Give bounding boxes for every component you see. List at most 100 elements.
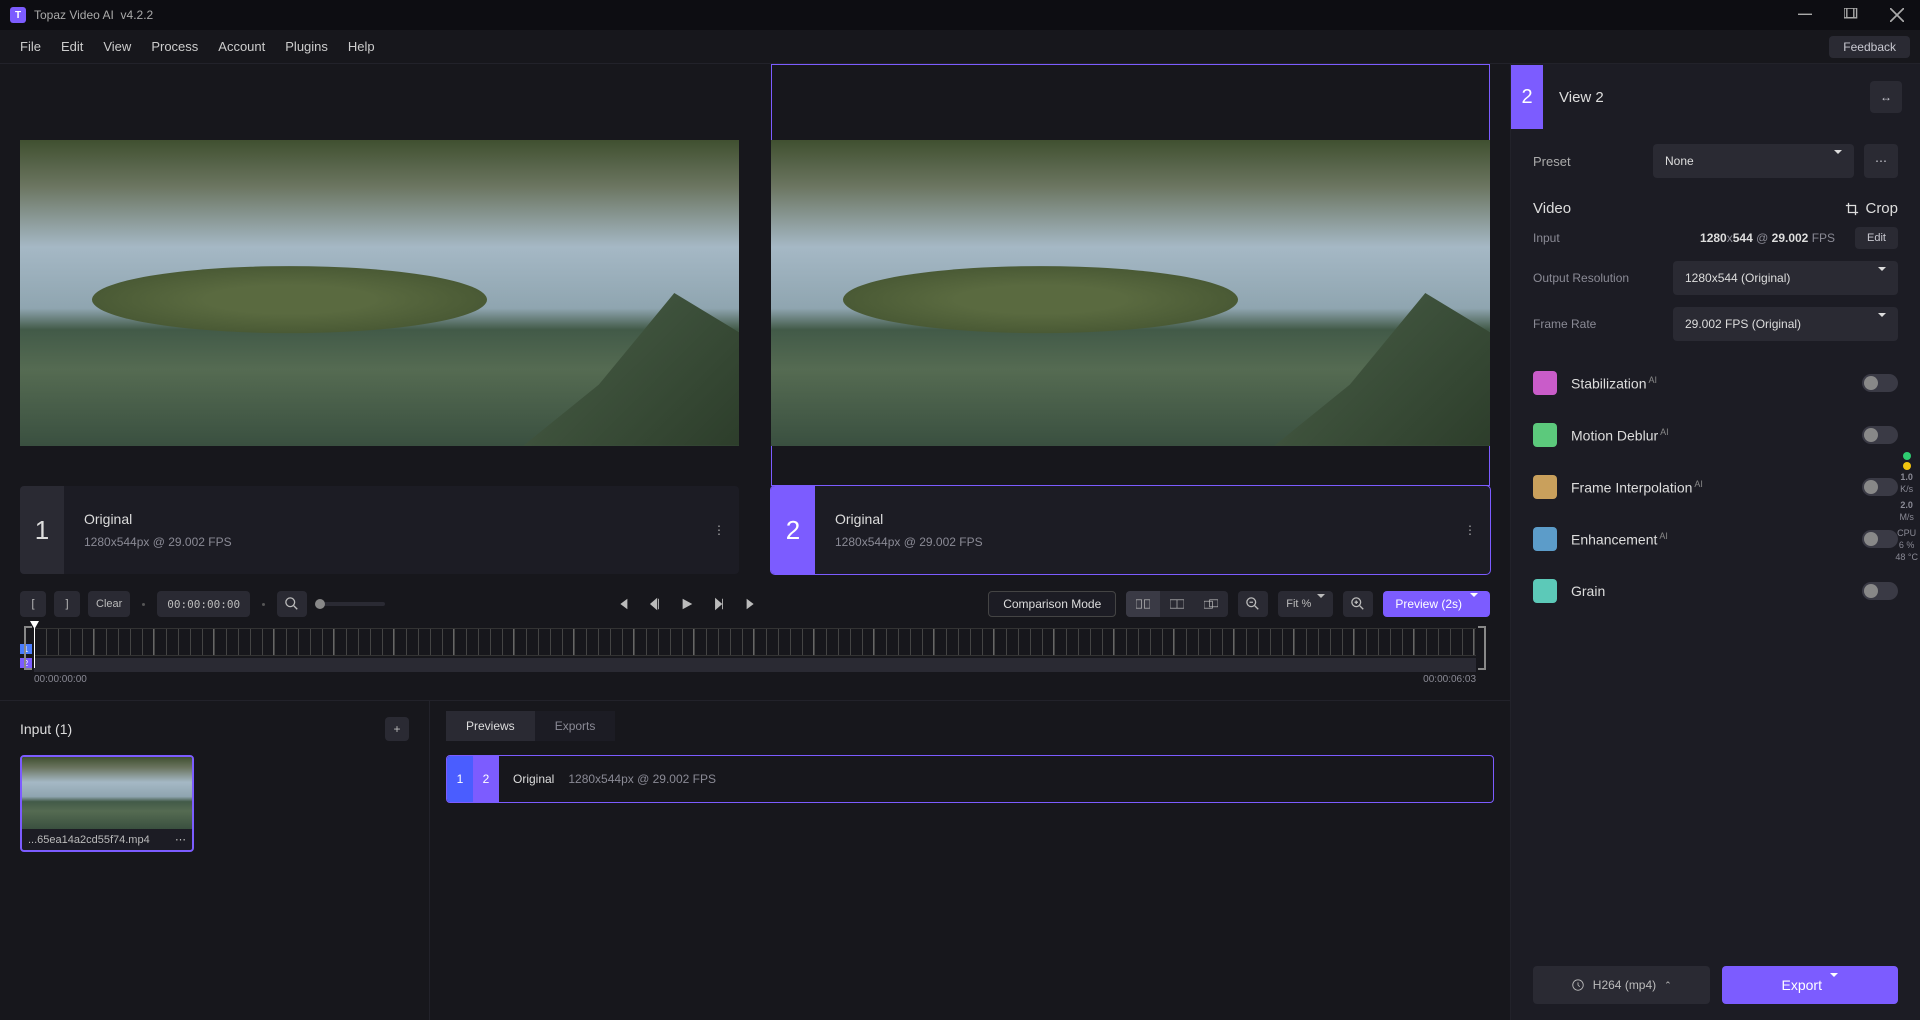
menu-file[interactable]: File (10, 33, 51, 60)
enhancement-icon (1533, 423, 1557, 447)
minimize-button[interactable] (1782, 0, 1828, 30)
menu-plugins[interactable]: Plugins (275, 33, 338, 60)
enhancement-motion-deblur[interactable]: Motion DeblurAI (1511, 409, 1920, 461)
input-thumbnail[interactable]: ...65ea14a2cd55f74.mp4 ⋯ (20, 755, 194, 852)
enhancement-name: StabilizationAI (1571, 375, 1657, 392)
thumbnail-filename: ...65ea14a2cd55f74.mp4 (28, 834, 150, 846)
job-row[interactable]: 1 2 Original1280x544px @ 29.002 FPS (446, 755, 1494, 803)
layout-overlay-icon[interactable] (1194, 591, 1228, 617)
out-bracket[interactable] (1478, 626, 1486, 670)
thumbnail-image (22, 757, 192, 829)
swap-button[interactable]: ↔ (1870, 81, 1902, 113)
perf-dot-yellow-icon (1903, 462, 1911, 470)
playhead[interactable] (34, 626, 35, 668)
edit-input-button[interactable]: Edit (1855, 227, 1898, 249)
zoom-out-icon[interactable] (1238, 591, 1268, 617)
goto-end-button[interactable] (744, 597, 758, 611)
mark-out-button[interactable]: ] (54, 591, 80, 617)
close-button[interactable] (1874, 0, 1920, 30)
layout-side-by-side-icon[interactable] (1126, 591, 1160, 617)
zoom-in-icon[interactable] (1343, 591, 1373, 617)
crop-button[interactable]: Crop (1845, 200, 1898, 217)
separator (262, 603, 265, 606)
layout-split-icon[interactable] (1160, 591, 1194, 617)
framerate-dropdown[interactable]: 29.002 FPS (Original) (1673, 307, 1898, 341)
timecode-input[interactable]: 00:00:00:00 (157, 591, 250, 617)
comparison-mode-button[interactable]: Comparison Mode (988, 591, 1116, 617)
enhancement-toggle[interactable] (1862, 426, 1898, 444)
preset-menu-icon[interactable]: ⋯ (1864, 144, 1898, 178)
app-logo-icon: T (10, 7, 26, 23)
input-label: Input (1533, 231, 1663, 245)
input-panel: Input (1) + ...65ea14a2cd55f74.mp4 ⋯ (0, 701, 430, 1020)
thumbnail-menu-icon[interactable]: ⋯ (175, 833, 186, 846)
menu-account[interactable]: Account (208, 33, 275, 60)
tab-exports[interactable]: Exports (535, 711, 616, 741)
input-title: Input (1) (20, 721, 72, 737)
in-bracket[interactable] (24, 626, 32, 670)
menu-process[interactable]: Process (141, 33, 208, 60)
enhancement-toggle[interactable] (1862, 530, 1898, 548)
add-input-button[interactable]: + (385, 717, 409, 741)
goto-start-button[interactable] (616, 597, 630, 611)
menu-view[interactable]: View (93, 33, 141, 60)
preview-number: 1 (20, 486, 64, 574)
enhancement-icon (1533, 527, 1557, 551)
preview-number: 2 (771, 486, 815, 574)
play-button[interactable] (680, 597, 694, 611)
menu-help[interactable]: Help (338, 33, 385, 60)
preview-info-1[interactable]: 1 Original1280x544px @ 29.002 FPS ⋮ (20, 486, 739, 574)
job-meta: 1280x544px @ 29.002 FPS (568, 772, 716, 786)
tab-previews[interactable]: Previews (446, 711, 535, 741)
enhancement-name: Motion DeblurAI (1571, 427, 1669, 444)
app-title: Topaz Video AI v4.2.2 (34, 8, 153, 22)
job-badge-2: 2 (473, 756, 499, 802)
export-button[interactable]: Export (1722, 966, 1899, 1004)
performance-overlay: 1.0K/s 2.0M/s CPU 6 % 48 °C (1895, 452, 1918, 562)
clear-button[interactable]: Clear (88, 591, 130, 617)
preview-image-1 (20, 140, 739, 446)
enhancement-name: Grain (1571, 583, 1605, 599)
preview-pane-2[interactable] (771, 64, 1490, 486)
perf-dot-green-icon (1903, 452, 1911, 460)
video-section-label: Video (1533, 200, 1571, 217)
enhancement-icon (1533, 475, 1557, 499)
preset-dropdown[interactable]: None (1653, 144, 1854, 178)
timeline-ruler[interactable] (34, 628, 1476, 656)
output-resolution-dropdown[interactable]: 1280x544 (Original) (1673, 261, 1898, 295)
timeline[interactable]: 12 00:00:00:0000:00:06:03 (0, 624, 1510, 700)
preview-button[interactable]: Preview (2s) (1383, 591, 1490, 617)
zoom-out-button[interactable] (277, 591, 307, 617)
enhancement-toggle[interactable] (1862, 478, 1898, 496)
preview-menu-icon[interactable]: ⋮ (699, 486, 739, 574)
zoom-slider[interactable] (315, 602, 385, 606)
enhancement-enhancement[interactable]: EnhancementAI (1511, 513, 1920, 565)
enhancement-name: EnhancementAI (1571, 531, 1668, 548)
maximize-button[interactable] (1828, 0, 1874, 30)
format-dropdown[interactable]: H264 (mp4)⌃ (1533, 966, 1710, 1004)
transport-bar: [ ] Clear 00:00:00:00 Comparison Mode (0, 584, 1510, 624)
enhancement-frame-interpolation[interactable]: Frame InterpolationAI (1511, 461, 1920, 513)
enhancement-grain[interactable]: Grain (1511, 565, 1920, 617)
preview-pane-1[interactable] (20, 110, 739, 476)
preview-area (0, 64, 1510, 486)
preview-info-2[interactable]: 2 Original1280x544px @ 29.002 FPS ⋮ (771, 486, 1490, 574)
titlebar: T Topaz Video AI v4.2.2 (0, 0, 1920, 30)
output-resolution-label: Output Resolution (1533, 271, 1663, 285)
enhancement-toggle[interactable] (1862, 374, 1898, 392)
enhancement-name: Frame InterpolationAI (1571, 479, 1703, 496)
fit-dropdown[interactable]: Fit % (1278, 591, 1333, 617)
mark-in-button[interactable]: [ (20, 591, 46, 617)
timeline-track[interactable] (34, 658, 1476, 672)
enhancement-icon (1533, 579, 1557, 603)
step-forward-button[interactable] (712, 597, 726, 611)
step-back-button[interactable] (648, 597, 662, 611)
menu-edit[interactable]: Edit (51, 33, 93, 60)
layout-buttons (1126, 591, 1228, 617)
preview-menu-icon[interactable]: ⋮ (1450, 486, 1490, 574)
jobs-panel: Previews Exports 1 2 Original1280x544px … (430, 701, 1510, 1020)
feedback-button[interactable]: Feedback (1829, 36, 1910, 58)
enhancement-stabilization[interactable]: StabilizationAI (1511, 357, 1920, 409)
input-resolution: 1280x544 @ 29.002 FPS (1700, 231, 1835, 245)
enhancement-toggle[interactable] (1862, 582, 1898, 600)
